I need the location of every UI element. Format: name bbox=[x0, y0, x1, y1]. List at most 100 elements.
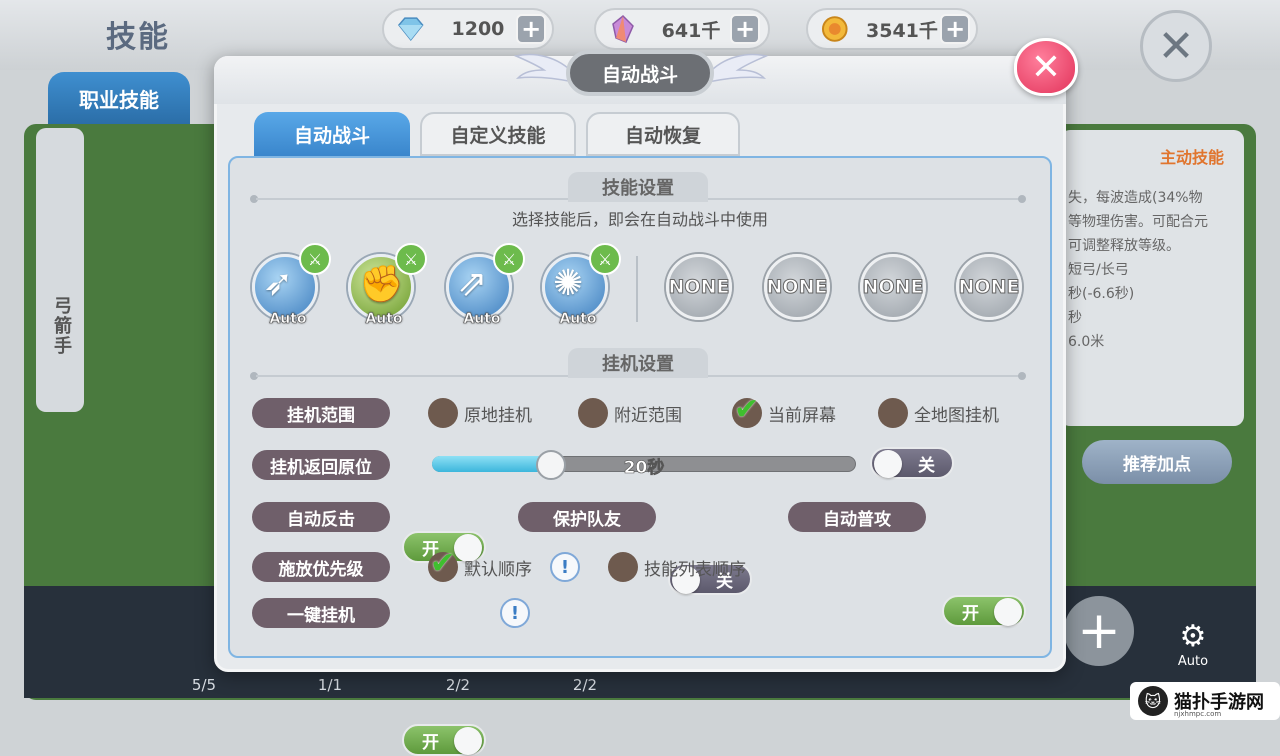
skill-type-tag: 主动技能 bbox=[1160, 148, 1225, 167]
skill-slot-bow[interactable]: ➶ ⚔ Auto bbox=[252, 243, 331, 327]
idle-settings-title: 挂机设置 bbox=[568, 348, 708, 378]
skill-slot-multi-arrow[interactable]: ⇗ ⚔ Auto bbox=[446, 243, 525, 327]
skill-auto-label: Auto bbox=[269, 311, 307, 328]
bow-skill-icon: ➶ bbox=[263, 263, 294, 304]
skill-settings-hint: 选择技能后，即会在自动战斗中使用 bbox=[511, 210, 768, 229]
gear-icon: ⚙ bbox=[1179, 619, 1207, 654]
class-sidebar bbox=[36, 128, 84, 412]
add-gold-button[interactable]: + bbox=[940, 14, 970, 44]
close-dialog-button[interactable]: ✕ bbox=[1014, 38, 1078, 96]
empty-skill-slot[interactable]: NONE bbox=[860, 254, 926, 320]
radio-label: 全地图挂机 bbox=[914, 405, 999, 426]
toggle-knob bbox=[454, 727, 482, 755]
radio-button bbox=[428, 398, 458, 428]
info-icon[interactable]: ! bbox=[500, 598, 530, 628]
return-position-toggle[interactable]: 关 bbox=[870, 447, 954, 479]
empty-skill-slot[interactable]: NONE bbox=[764, 254, 830, 320]
checkmark-icon: ✔ bbox=[734, 392, 760, 427]
protect-team-label: 保护队友 bbox=[518, 502, 656, 532]
one-key-idle-label: 一键挂机 bbox=[252, 598, 390, 628]
skill-count: 5/5 bbox=[191, 676, 217, 694]
auto-attack-toggle[interactable]: 开 bbox=[942, 595, 1026, 627]
one-key-idle-toggle[interactable]: 开 bbox=[402, 724, 486, 756]
auto-label: Auto bbox=[1177, 654, 1209, 669]
radio-button-checked: ✔ bbox=[732, 392, 762, 428]
cast-priority-label: 施放优先级 bbox=[252, 552, 390, 582]
multi-arrow-skill-icon: ⇗ bbox=[457, 263, 488, 304]
info-icon[interactable]: ! bbox=[550, 552, 580, 582]
priority-option-list[interactable]: 技能列表顺序 bbox=[608, 552, 746, 582]
tab-auto-battle[interactable]: 自动战斗 bbox=[254, 112, 410, 156]
radio-button bbox=[608, 552, 638, 582]
range-option-map[interactable]: 全地图挂机 bbox=[878, 398, 999, 428]
empty-skill-slot[interactable]: NONE bbox=[956, 254, 1022, 320]
crossed-swords-icon: ⚔ bbox=[589, 243, 621, 275]
tab-custom-skills[interactable]: 自定义技能 bbox=[420, 112, 576, 156]
skill-auto-label: Auto bbox=[559, 311, 597, 328]
diamond-icon bbox=[397, 17, 424, 42]
crossed-swords-icon: ⚔ bbox=[299, 243, 331, 275]
idle-range-label: 挂机范围 bbox=[252, 398, 390, 428]
range-option-nearby[interactable]: 附近范围 bbox=[578, 398, 682, 428]
slot-divider bbox=[636, 256, 638, 322]
add-diamond-button[interactable]: + bbox=[516, 14, 546, 44]
add-crystal-button[interactable]: + bbox=[730, 14, 760, 44]
dialog-title: 自动战斗 bbox=[566, 50, 714, 96]
skill-settings-title: 技能设置 bbox=[568, 172, 708, 202]
range-option-stay[interactable]: 原地挂机 bbox=[428, 398, 532, 428]
radio-label: 附近范围 bbox=[614, 405, 682, 426]
tab-auto-recover[interactable]: 自动恢复 bbox=[586, 112, 740, 156]
auto-settings-button[interactable]: ⚙ Auto bbox=[1170, 620, 1216, 678]
crossed-swords-icon: ⚔ bbox=[493, 243, 525, 275]
crystal-value: 641千 bbox=[661, 19, 721, 42]
tab-job-skills[interactable]: 职业技能 bbox=[48, 72, 190, 124]
range-option-screen[interactable]: ✔ 当前屏幕 bbox=[732, 392, 836, 428]
currency-gold: 3541千 + bbox=[806, 8, 978, 50]
skill-description: 失，每波造成(34%物 等物理伤害。可配合元 可调整释放等级。 短弓/长弓 秒(… bbox=[1068, 190, 1208, 350]
toggle-label: 开 bbox=[422, 732, 439, 753]
radio-label: 当前屏幕 bbox=[768, 405, 836, 426]
section-divider-dot bbox=[1018, 372, 1026, 380]
priority-option-default[interactable]: ✔ 默认顺序 bbox=[428, 546, 532, 582]
close-icon: ✕ bbox=[1157, 20, 1195, 72]
add-skill-slot-button[interactable]: + bbox=[1064, 596, 1134, 666]
checkmark-icon: ✔ bbox=[430, 546, 456, 581]
close-icon: ✕ bbox=[1030, 46, 1062, 88]
crystal-icon bbox=[612, 14, 634, 43]
recommend-points-button[interactable]: 推荐加点 bbox=[1082, 440, 1232, 484]
diamond-value: 1200 bbox=[451, 18, 505, 40]
skill-auto-label: Auto bbox=[463, 311, 501, 328]
radio-label: 默认顺序 bbox=[464, 559, 532, 580]
crossed-swords-icon: ⚔ bbox=[395, 243, 427, 275]
skill-count: 2/2 bbox=[445, 676, 471, 694]
class-label: 弓箭手 bbox=[51, 296, 72, 356]
cat-logo-icon: 🐱 bbox=[1138, 686, 1168, 716]
radio-label: 原地挂机 bbox=[464, 405, 532, 426]
toggle-knob bbox=[994, 598, 1022, 626]
radio-label: 技能列表顺序 bbox=[644, 559, 746, 580]
skill-slot-fist[interactable]: ✊ ⚔ Auto bbox=[348, 243, 427, 327]
slider-handle[interactable] bbox=[536, 450, 566, 480]
radio-button bbox=[578, 398, 608, 428]
skill-slot-arrow-burst[interactable]: ✺ ⚔ Auto bbox=[542, 243, 621, 327]
slider-fill bbox=[432, 456, 551, 472]
slider-value: 20秒 bbox=[623, 458, 665, 479]
return-position-label: 挂机返回原位 bbox=[252, 450, 390, 480]
auto-attack-label: 自动普攻 bbox=[788, 502, 926, 532]
page-title: 技能 bbox=[106, 20, 170, 55]
currency-diamond: 1200 + bbox=[382, 8, 554, 50]
arrow-burst-skill-icon: ✺ bbox=[553, 263, 584, 304]
empty-skill-slot[interactable]: NONE bbox=[666, 254, 732, 320]
auto-counter-label: 自动反击 bbox=[252, 502, 390, 532]
skill-auto-label: Auto bbox=[365, 311, 403, 328]
plus-icon: + bbox=[1077, 601, 1121, 661]
gold-value: 3541千 bbox=[866, 19, 938, 42]
section-divider-dot bbox=[1018, 195, 1026, 203]
close-screen-button[interactable]: ✕ bbox=[1140, 10, 1212, 82]
gold-coin-icon bbox=[821, 16, 848, 42]
toggle-knob bbox=[874, 450, 902, 478]
fist-skill-icon: ✊ bbox=[359, 264, 404, 305]
toggle-label: 开 bbox=[962, 603, 979, 624]
skill-count: 1/1 bbox=[317, 676, 343, 694]
radio-button-checked: ✔ bbox=[428, 546, 458, 582]
